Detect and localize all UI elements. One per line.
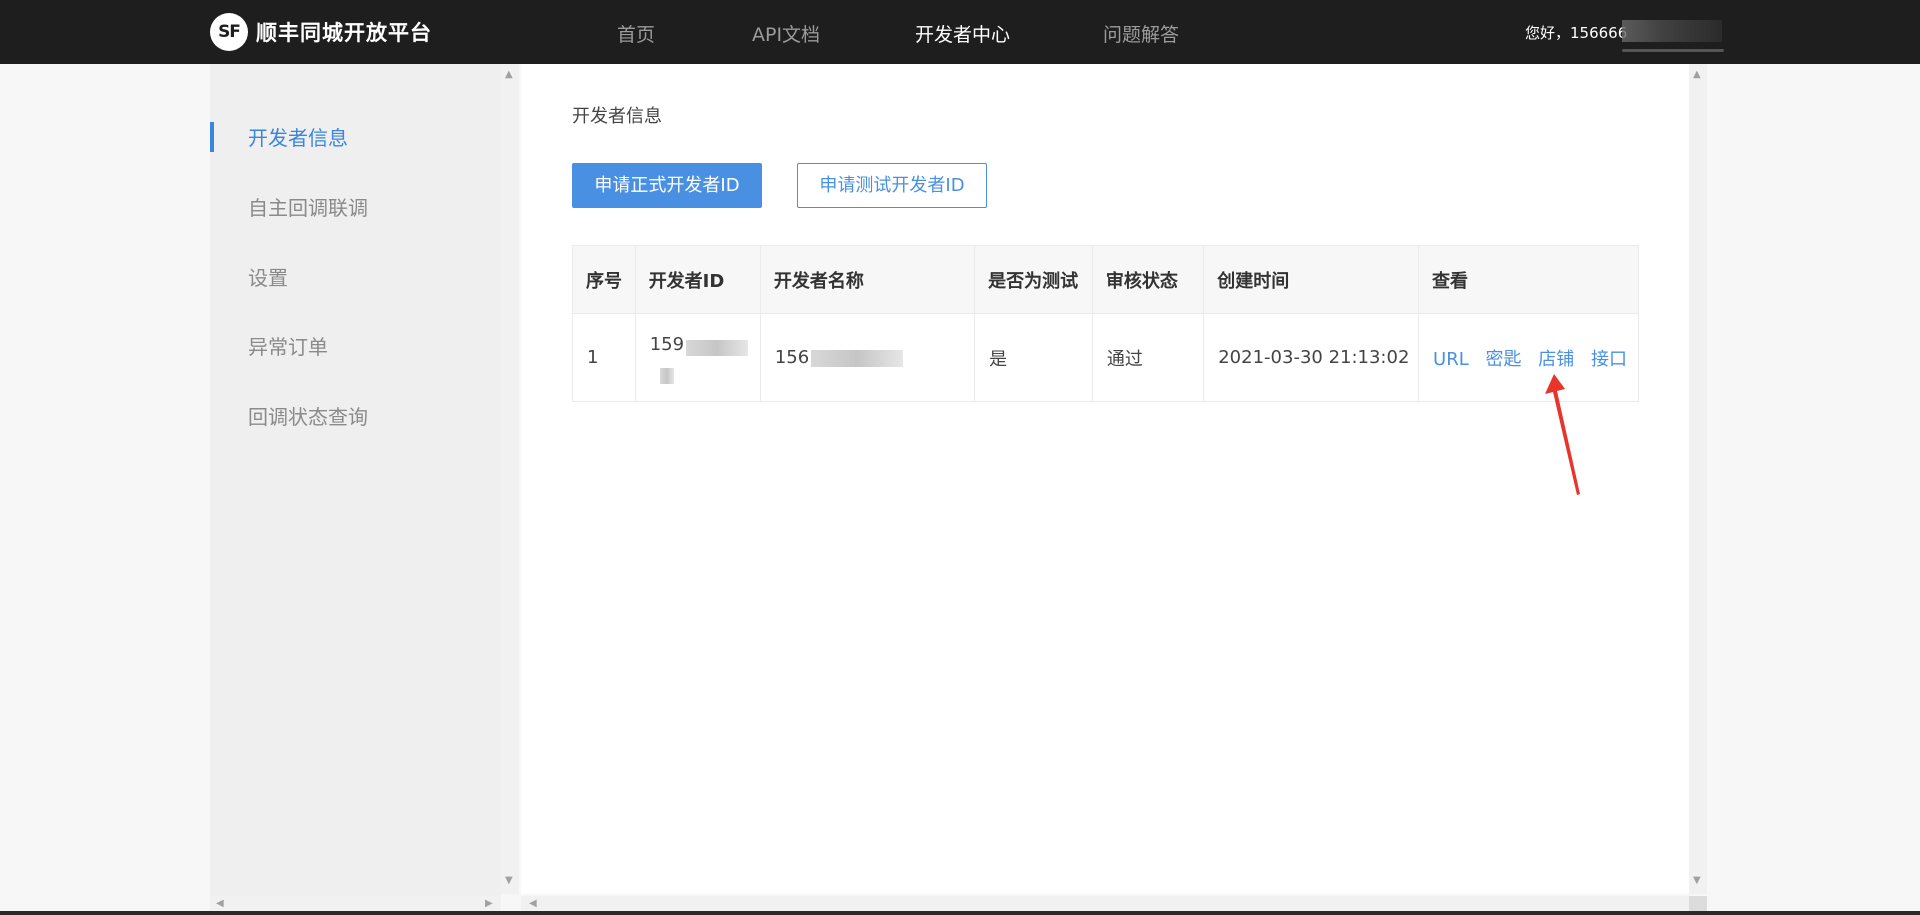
annotation-arrow-shape (1545, 374, 1580, 495)
annotation-arrow-icon (1545, 374, 1580, 495)
bottom-edge (0, 911, 1920, 915)
